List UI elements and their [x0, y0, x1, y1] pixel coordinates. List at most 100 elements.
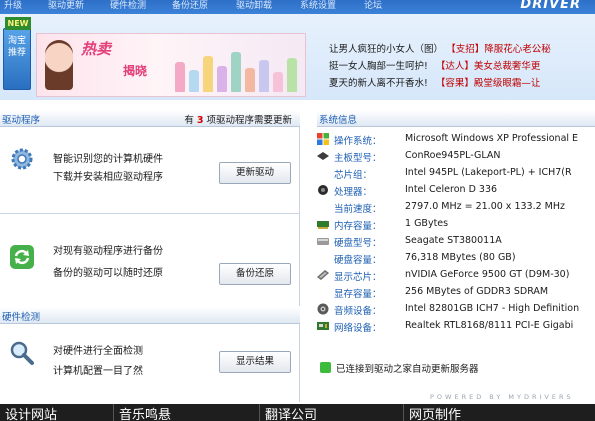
bottom-link[interactable]: 网页制作 [404, 404, 595, 421]
info-value: ConRoe945PL-GLAN [405, 150, 501, 161]
motherboard-icon [317, 152, 329, 160]
perfume-bottle-image [175, 62, 185, 92]
refresh-icon [10, 245, 34, 269]
info-label: 显示芯片： [334, 272, 382, 283]
nav-item-upgrade[interactable]: 升级 [4, 0, 22, 11]
perfume-bottle-image [217, 66, 227, 92]
system-info-row: 显存容量： 256 MBytes of GDDR3 SDRAM [317, 285, 595, 301]
row-description: 对硬件进行全面检测 [53, 346, 143, 357]
perfume-bottle-image [259, 60, 269, 92]
update-status: 有 3 项驱动程序需要更新 [184, 115, 292, 126]
bottom-link[interactable]: 设计网站 [0, 404, 114, 421]
backup-restore-panel: 对现有驱动程序进行备份 备份的驱动可以随时还原 备份还原 [0, 214, 300, 306]
gear-icon [11, 148, 33, 170]
info-label: 音频设备： [334, 306, 382, 317]
banner-advertisement[interactable]: 热卖 揭晓 [36, 33, 306, 97]
info-value: 256 MBytes of GDDR3 SDRAM [405, 286, 549, 297]
network-card-icon [317, 322, 329, 330]
list-item: 让男人疯狂的小女人（图） 【支招】降服花心老公秘 [329, 41, 595, 58]
info-value: Intel 945PL (Lakeport-PL) + ICH7(R [405, 167, 572, 178]
driver-section-header: 驱动程序 有 3 项驱动程序需要更新 [0, 110, 300, 127]
new-badge: NEW [5, 17, 31, 30]
info-label: 网络设备： [334, 323, 382, 334]
info-value: Seagate ST380011A [405, 235, 502, 246]
info-value: Microsoft Windows XP Professional E [405, 133, 579, 144]
system-info-row: 芯片组： Intel 945PL (Lakeport-PL) + ICH7(R [317, 166, 595, 182]
info-value: Intel 82801GB ICH7 - High Definition [405, 303, 580, 314]
magnifier-icon [10, 341, 34, 365]
driver-update-panel: 智能识别您的计算机硬件 下载并安装相应驱动程序 更新驱动 [0, 127, 300, 214]
system-info-row: 显示芯片： nVIDIA GeForce 9500 GT (D9M-30) [317, 268, 595, 284]
bottom-link-bar: 设计网站 音乐鸣悬 翻译公司 网页制作 [0, 404, 595, 421]
list-item: 挺一女人胸部一生呵护! 【达人】美女总裁奢华更 [329, 58, 595, 75]
system-info-row: 内存容量： 1 GBytes [317, 217, 595, 233]
hard-disk-icon [317, 238, 329, 245]
cpu-icon [318, 185, 328, 195]
section-title: 硬件检测 [2, 312, 41, 323]
info-label: 当前速度： [334, 204, 382, 215]
ad-link[interactable]: 【达人】美女总裁奢华更 [436, 61, 541, 72]
system-info-row: 处理器： Intel Celeron D 336 [317, 183, 595, 199]
system-info-row: 硬盘型号： Seagate ST380011A [317, 234, 595, 250]
connection-status-text: 已连接到驱动之家自动更新服务器 [336, 364, 479, 375]
ad-link-list: 让男人疯狂的小女人（图） 【支招】降服花心老公秘 挺一女人胸部一生呵护! 【达人】美… [329, 41, 595, 92]
connected-status-icon [320, 362, 331, 373]
info-value: nVIDIA GeForce 9500 GT (D9M-30) [405, 269, 570, 280]
nav-item-driver-update[interactable]: 驱动更新 [48, 0, 84, 11]
nav-item-forum[interactable]: 论坛 [364, 0, 382, 11]
ad-link[interactable]: 夏天的新人离不开香水! [329, 78, 428, 89]
info-label: 主板型号： [334, 153, 382, 164]
side-tab-label: 淘宝推荐 [8, 36, 27, 58]
section-title: 驱动程序 [2, 115, 41, 126]
system-info-row: 操作系统： Microsoft Windows XP Professional … [317, 132, 595, 148]
perfume-bottle-image [245, 68, 255, 92]
info-value: Realtek RTL8168/8111 PCI-E Gigabi [405, 320, 574, 331]
brand-logo: DRIVER [520, 0, 581, 12]
system-info-row: 主板型号： ConRoe945PL-GLAN [317, 149, 595, 165]
graphics-card-icon [317, 270, 329, 280]
info-value: Intel Celeron D 336 [405, 184, 498, 195]
nav-item-hardware-detect[interactable]: 硬件检测 [110, 0, 146, 11]
update-driver-button[interactable]: 更新驱动 [219, 162, 291, 184]
taobao-recommend-tab[interactable]: NEW 淘宝推荐 [3, 17, 31, 90]
hardware-detect-panel: 对硬件进行全面检测 计算机配置一目了然 显示结果 [0, 324, 300, 402]
info-label: 硬盘容量： [334, 255, 382, 266]
bottom-link[interactable]: 翻译公司 [260, 404, 404, 421]
row-description: 智能识别您的计算机硬件 [53, 154, 163, 165]
info-value: 76,318 MBytes (80 GB) [405, 252, 516, 263]
ad-link[interactable]: 【支招】降服花心老公秘 [451, 44, 551, 55]
model-photo [45, 40, 73, 90]
row-description: 对现有驱动程序进行备份 [53, 246, 163, 257]
info-label: 硬盘型号： [334, 238, 382, 249]
nav-item-driver-uninstall[interactable]: 驱动卸载 [236, 0, 272, 11]
perfume-bottle-image [273, 72, 283, 92]
backup-restore-button[interactable]: 备份还原 [219, 263, 291, 285]
top-navigation-bar: 升级 驱动更新 硬件检测 备份还原 驱动卸载 系统设置 论坛 DRIVER [0, 0, 595, 14]
windows-logo-icon [317, 133, 329, 145]
nav-item-settings[interactable]: 系统设置 [300, 0, 336, 11]
bottom-link[interactable]: 音乐鸣悬 [114, 404, 260, 421]
row-description: 备份的驱动可以随时还原 [53, 268, 163, 279]
system-info-row: 当前速度： 2797.0 MHz = 21.00 x 133.2 MHz [317, 200, 595, 216]
ad-link[interactable]: 让男人疯狂的小女人（图） [329, 44, 443, 55]
info-label: 芯片组： [334, 170, 373, 181]
audio-device-icon [317, 303, 329, 315]
row-description: 下载并安装相应驱动程序 [53, 172, 163, 183]
list-item: 夏天的新人离不开香水! 【容果】殿堂级眼霜—让 [329, 75, 595, 92]
memory-icon [317, 221, 329, 229]
nav-item-backup-restore[interactable]: 备份还原 [172, 0, 208, 11]
info-value: 1 GBytes [405, 218, 449, 229]
show-results-button[interactable]: 显示结果 [219, 351, 291, 373]
perfume-bottle-image [287, 58, 297, 92]
info-label: 处理器： [334, 187, 373, 198]
ad-subtitle: 揭晓 [123, 64, 148, 78]
perfume-bottle-image [231, 52, 241, 92]
ad-link[interactable]: 挺一女人胸部一生呵护! [329, 61, 428, 72]
ad-link[interactable]: 【容果】殿堂级眼霜—让 [436, 78, 541, 89]
system-info-row: 音频设备： Intel 82801GB ICH7 - High Definiti… [317, 302, 595, 318]
info-label: 内存容量： [334, 221, 382, 232]
update-count-badge: 3 [196, 115, 204, 126]
powered-by-text: POWERED BY MYDRIVERS [430, 393, 574, 401]
ad-title: 热卖 [81, 40, 112, 58]
perfume-bottle-image [203, 56, 213, 92]
